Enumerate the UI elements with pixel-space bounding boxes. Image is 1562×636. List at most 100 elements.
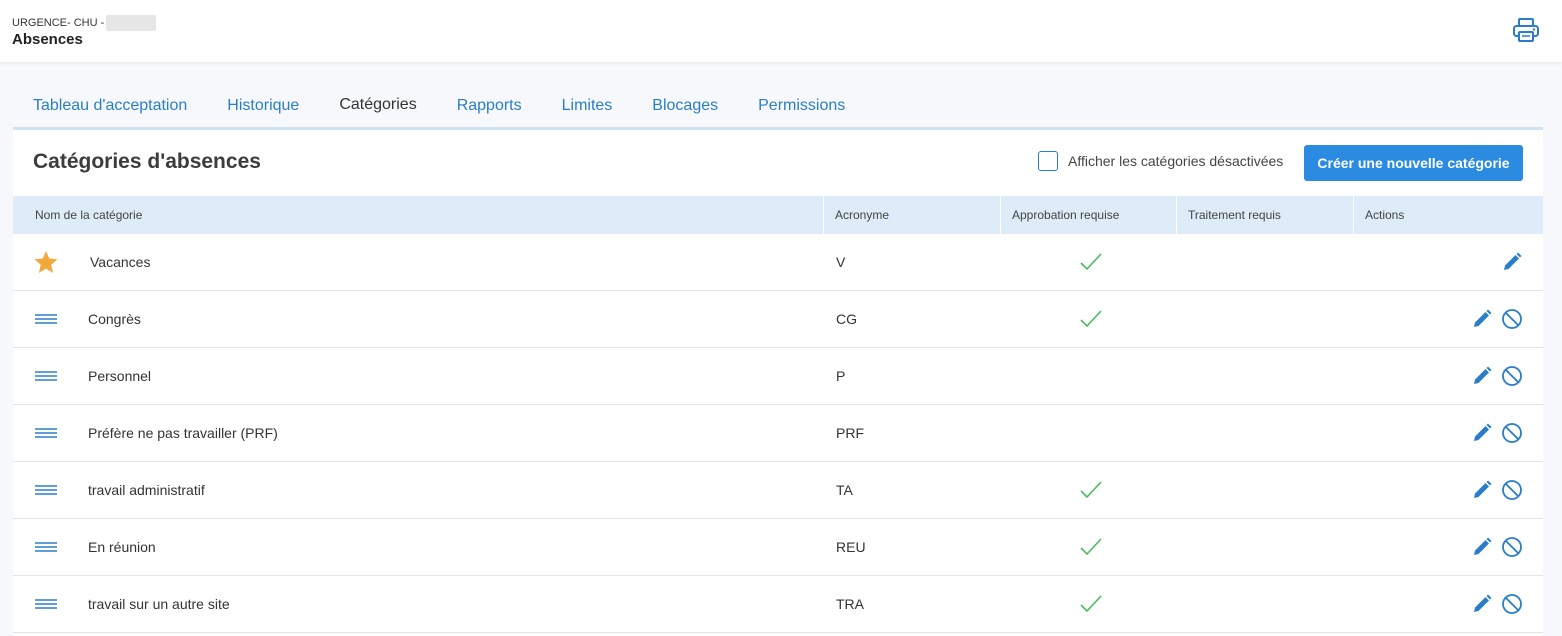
row-actions	[1467, 251, 1523, 273]
disable-button[interactable]	[1501, 593, 1523, 615]
edit-button[interactable]	[1471, 593, 1493, 615]
check-icon	[1080, 481, 1102, 499]
disable-button[interactable]	[1501, 479, 1523, 501]
disable-icon	[1502, 594, 1522, 614]
default-marker	[33, 250, 59, 274]
category-name: Personnel	[88, 368, 152, 384]
approval-required-mark	[1078, 594, 1104, 614]
star-icon	[34, 251, 58, 273]
category-name: travail sur un autre site	[88, 596, 230, 612]
edit-button[interactable]	[1471, 536, 1493, 558]
pencil-icon	[1474, 366, 1492, 384]
approval-required-mark	[1078, 537, 1104, 557]
drag-handle-icon	[35, 599, 57, 609]
category-acronym: TRA	[836, 596, 864, 612]
redacted-text	[106, 15, 157, 31]
show-disabled-checkbox[interactable]	[1038, 151, 1058, 171]
edit-button[interactable]	[1471, 308, 1493, 330]
show-disabled-label: Afficher les catégories désactivées	[1068, 153, 1284, 169]
category-acronym: P	[836, 368, 846, 384]
table-row: Vacances V	[13, 234, 1543, 291]
row-actions	[1467, 365, 1523, 387]
category-name: Préfère ne pas travailler (PRF)	[88, 425, 278, 441]
disable-button[interactable]	[1501, 308, 1523, 330]
approval-required-mark	[1078, 480, 1104, 500]
row-actions	[1467, 422, 1523, 444]
disable-icon	[1502, 423, 1522, 443]
pencil-icon	[1474, 480, 1492, 498]
organization-label: URGENCE- CHU -	[12, 17, 105, 29]
row-actions	[1467, 593, 1523, 615]
edit-button[interactable]	[1501, 251, 1523, 273]
disable-button[interactable]	[1501, 365, 1523, 387]
pencil-icon	[1474, 423, 1492, 441]
tab-blocks[interactable]: Blocages	[632, 82, 738, 130]
check-icon	[1080, 253, 1102, 271]
column-header-acronym: Acronyme	[824, 196, 1001, 234]
category-name: En réunion	[88, 539, 156, 555]
disable-icon	[1502, 537, 1522, 557]
drag-handle[interactable]	[33, 541, 59, 553]
pencil-icon	[1474, 594, 1492, 612]
tab-history[interactable]: Historique	[207, 82, 319, 130]
categories-panel: Catégories d'absences Afficher les catég…	[13, 130, 1543, 636]
tab-limits[interactable]: Limites	[542, 82, 633, 130]
printer-icon	[1513, 18, 1539, 42]
category-name: Congrès	[88, 311, 141, 327]
category-acronym: CG	[836, 311, 857, 327]
tab-reports[interactable]: Rapports	[437, 82, 542, 130]
drag-handle[interactable]	[33, 484, 59, 496]
approval-required-mark	[1078, 309, 1104, 329]
category-acronym: TA	[836, 482, 853, 498]
drag-handle-icon	[35, 371, 57, 381]
drag-handle[interactable]	[33, 313, 59, 325]
edit-button[interactable]	[1471, 479, 1493, 501]
table-row: Préfère ne pas travailler (PRF) PRF	[13, 405, 1543, 462]
pencil-icon	[1474, 537, 1492, 555]
edit-button[interactable]	[1471, 422, 1493, 444]
show-disabled-toggle[interactable]: Afficher les catégories désactivées	[1038, 151, 1283, 171]
check-icon	[1080, 538, 1102, 556]
print-button[interactable]	[1510, 14, 1542, 46]
column-header-treatment: Traitement requis	[1177, 196, 1354, 234]
row-actions	[1467, 308, 1523, 330]
category-acronym: REU	[836, 539, 866, 555]
table-body: Vacances V Congrès CG Personnel P Préfère ne p…	[13, 234, 1543, 633]
tab-categories[interactable]: Catégories	[319, 82, 437, 130]
check-icon	[1080, 595, 1102, 613]
check-icon	[1080, 310, 1102, 328]
pencil-icon	[1474, 309, 1492, 327]
drag-handle-icon	[35, 314, 57, 324]
drag-handle-icon	[35, 485, 57, 495]
edit-button[interactable]	[1471, 365, 1493, 387]
page-title: Absences	[12, 31, 83, 48]
table-row: Personnel P	[13, 348, 1543, 405]
pencil-icon	[1504, 252, 1522, 270]
tab-acceptance-board[interactable]: Tableau d'acceptation	[13, 82, 207, 130]
create-category-button[interactable]: Créer une nouvelle catégorie	[1304, 145, 1523, 181]
tab-permissions[interactable]: Permissions	[738, 82, 865, 130]
disable-icon	[1502, 480, 1522, 500]
drag-handle-icon	[35, 542, 57, 552]
drag-handle[interactable]	[33, 370, 59, 382]
top-bar: URGENCE- CHU - Absences	[0, 0, 1562, 62]
tab-bar: Tableau d'acceptation Historique Catégor…	[13, 82, 865, 130]
table-row: travail sur un autre site TRA	[13, 576, 1543, 633]
panel-title: Catégories d'absences	[33, 150, 261, 173]
table-row: travail administratif TA	[13, 462, 1543, 519]
drag-handle[interactable]	[33, 598, 59, 610]
category-acronym: V	[836, 254, 846, 270]
disable-button[interactable]	[1501, 422, 1523, 444]
category-acronym: PRF	[836, 425, 864, 441]
column-header-actions: Actions	[1365, 208, 1405, 222]
column-header-name: Nom de la catégorie	[13, 196, 824, 234]
row-actions	[1467, 479, 1523, 501]
category-name: Vacances	[90, 254, 151, 270]
drag-handle[interactable]	[33, 427, 59, 439]
approval-required-mark	[1078, 252, 1104, 272]
table-header: Nom de la catégorie Acronyme Approbation…	[13, 196, 1543, 234]
disable-button[interactable]	[1501, 536, 1523, 558]
drag-handle-icon	[35, 428, 57, 438]
table-row: Congrès CG	[13, 291, 1543, 348]
disable-icon	[1502, 309, 1522, 329]
